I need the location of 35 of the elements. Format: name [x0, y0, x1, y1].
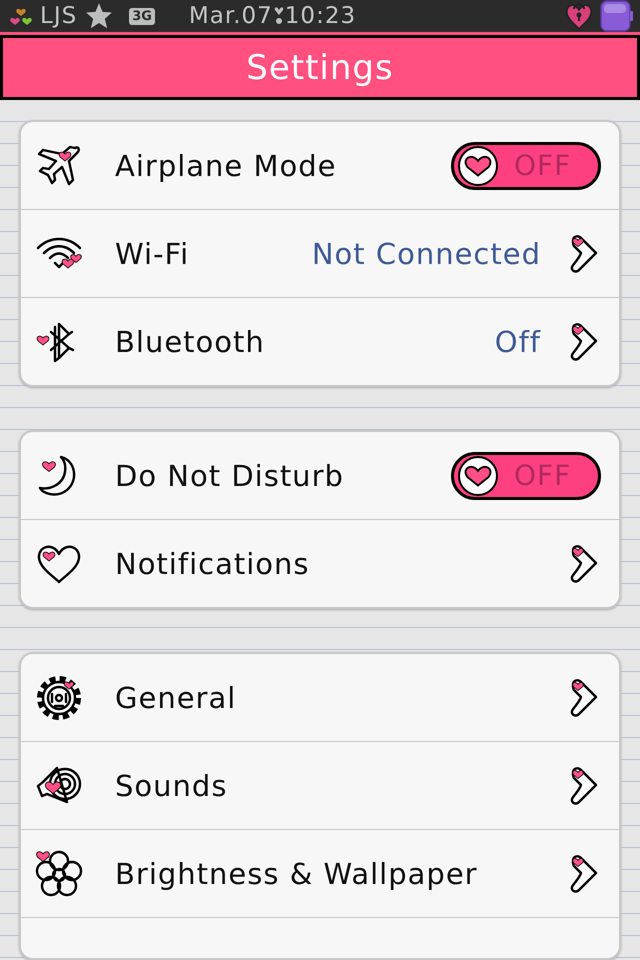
row-label: Airplane Mode — [115, 148, 337, 182]
chevron-icon — [569, 234, 599, 274]
carrier-name: LJS — [40, 3, 78, 29]
settings-row[interactable]: Wi-Fi Not Connected — [21, 209, 619, 297]
hearts-icon — [10, 6, 32, 26]
chevron-icon — [569, 854, 599, 894]
settings-row[interactable]: General — [21, 654, 619, 741]
settings-row[interactable]: Notifications — [21, 519, 619, 607]
chevron-icon — [569, 544, 599, 584]
star-icon — [85, 2, 114, 30]
status-time: 10:23 — [284, 3, 356, 29]
chevron-icon — [569, 322, 599, 362]
row-label: General — [115, 680, 236, 714]
network-badge: 3G — [129, 8, 155, 24]
row-label: Sounds — [115, 768, 228, 802]
settings-row[interactable]: Bluetooth Off — [21, 297, 619, 385]
chevron-icon — [569, 678, 599, 718]
row-value: Not Connected — [312, 236, 541, 270]
row-label: Brightness & Wallpaper — [115, 856, 478, 890]
chevron-icon — [569, 766, 599, 806]
settings-row[interactable]: Airplane Mode OFF — [21, 122, 619, 209]
row-label: Do Not Disturb — [115, 458, 344, 492]
page-title: Settings — [246, 48, 394, 88]
status-date: Mar.07 — [188, 3, 273, 29]
battery-icon — [600, 0, 634, 32]
row-label: Wi-Fi — [115, 236, 190, 270]
settings-row[interactable]: Do Not Disturb OFF — [21, 432, 619, 519]
settings-row[interactable]: Brightness & Wallpaper — [21, 829, 619, 917]
flower-icon — [35, 850, 83, 898]
row-value: Off — [494, 324, 541, 358]
gear-icon — [35, 674, 83, 722]
row-label: Bluetooth — [115, 324, 265, 358]
row-label: Notifications — [115, 546, 310, 580]
settings-row[interactable]: Sounds — [21, 741, 619, 829]
separator-icon — [274, 5, 284, 27]
